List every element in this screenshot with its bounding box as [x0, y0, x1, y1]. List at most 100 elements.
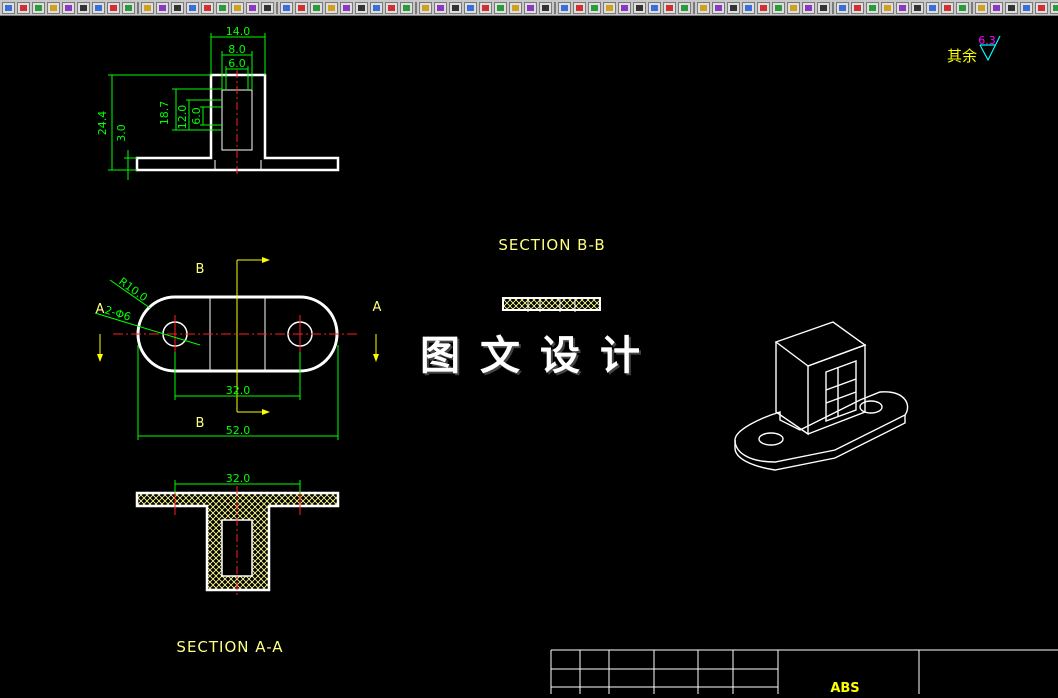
cut-label-a-right: A	[373, 300, 382, 315]
toolbar-button-zoom-icon[interactable]	[802, 1, 815, 14]
toolbar-button-draw-icon[interactable]	[757, 1, 770, 14]
toolbar-button-layer-icon[interactable]	[246, 1, 259, 14]
toolbar-button-pan-icon[interactable]	[325, 1, 338, 14]
toolbar-button-draw-icon[interactable]	[633, 1, 646, 14]
roughness-prefix: 其余	[947, 47, 977, 65]
toolbar-button-text-icon[interactable]	[727, 1, 740, 14]
toolbar-button-draw-icon[interactable]	[17, 1, 30, 14]
section-bb-view: SECTION B-B	[498, 236, 605, 312]
toolbar-button-dimension-icon[interactable]	[539, 1, 552, 14]
toolbar-button-dimension-icon[interactable]	[47, 1, 60, 14]
toolbar-button-properties-icon[interactable]	[340, 1, 353, 14]
toolbar-button-properties-icon[interactable]	[836, 1, 849, 14]
toolbar-button-text-icon[interactable]	[975, 1, 988, 14]
toolbar-button-dimension-icon[interactable]	[419, 1, 432, 14]
toolbar-button-dimension-icon[interactable]	[663, 1, 676, 14]
toolbar-button-pan-icon[interactable]	[697, 1, 710, 14]
dim-aa-32: 32.0	[226, 472, 251, 485]
toolbar-button-modify-icon[interactable]	[280, 1, 293, 14]
toolbar-button-pan-icon[interactable]	[573, 1, 586, 14]
toolbar-button-layer-icon[interactable]	[2, 1, 15, 14]
dim-32: 32.0	[226, 384, 251, 397]
cut-label-b-bottom: B	[196, 416, 205, 431]
dim-18-7: 18.7	[158, 101, 171, 126]
toolbar-separator	[832, 1, 834, 14]
toolbar-button-layer-icon[interactable]	[370, 1, 383, 14]
toolbar-button-dimension-icon[interactable]	[787, 1, 800, 14]
toolbar-button-properties-icon[interactable]	[956, 1, 969, 14]
toolbar-button-properties-icon[interactable]	[216, 1, 229, 14]
dim-14: 14.0	[226, 25, 251, 38]
toolbar-button-dimension-icon[interactable]	[1035, 1, 1048, 14]
toolbar-button-layer-icon[interactable]	[742, 1, 755, 14]
toolbar-button-modify-icon[interactable]	[524, 1, 537, 14]
toolbar-button-text-icon[interactable]	[603, 1, 616, 14]
dim-8: 8.0	[228, 43, 246, 56]
toolbar-button-text-icon[interactable]	[231, 1, 244, 14]
toolbar-button-pan-icon[interactable]	[449, 1, 462, 14]
dim-52: 52.0	[226, 424, 251, 437]
section-aa-view: 32.0 SECTION A-A	[135, 472, 340, 656]
toolbar-button-draw-icon[interactable]	[261, 1, 274, 14]
toolbar-button-modify-icon[interactable]	[400, 1, 413, 14]
toolbar-button-pan-icon[interactable]	[77, 1, 90, 14]
toolbar-separator	[971, 1, 973, 14]
toolbar-button-layer-icon[interactable]	[122, 1, 135, 14]
toolbar-button-zoom-icon[interactable]	[186, 1, 199, 14]
toolbar-separator	[415, 1, 417, 14]
toolbar-button-layer-icon[interactable]	[618, 1, 631, 14]
dim-holes: 2-Φ6	[103, 303, 132, 323]
toolbar-button-properties-icon[interactable]	[588, 1, 601, 14]
toolbar-separator	[276, 1, 278, 14]
toolbar-button-zoom-icon[interactable]	[1050, 1, 1058, 14]
toolbar-button-draw-icon[interactable]	[385, 1, 398, 14]
toolbar-button-zoom-icon[interactable]	[310, 1, 323, 14]
toolbar-button-modify-icon[interactable]	[648, 1, 661, 14]
toolbar-button-properties-icon[interactable]	[92, 1, 105, 14]
dim-6-top: 6.0	[228, 57, 246, 70]
toolbar-button-zoom-icon[interactable]	[558, 1, 571, 14]
toolbar-button-zoom-icon[interactable]	[434, 1, 447, 14]
toolbar-button-draw-icon[interactable]	[509, 1, 522, 14]
toolbar-button-zoom-icon[interactable]	[678, 1, 691, 14]
toolbar-button-pan-icon[interactable]	[201, 1, 214, 14]
toolbar-button-modify-icon[interactable]	[1020, 1, 1033, 14]
toolbar-button-text-icon[interactable]	[479, 1, 492, 14]
front-view: 14.0 8.0 6.0 24.4 18.7 12.0 6.0 3.0	[96, 25, 340, 180]
toolbar-button-properties-icon[interactable]	[712, 1, 725, 14]
toolbar-button-pan-icon[interactable]	[941, 1, 954, 14]
toolbar-button-dimension-icon[interactable]	[295, 1, 308, 14]
toolbar-button-modify-icon[interactable]	[32, 1, 45, 14]
toolbar-button-text-icon[interactable]	[355, 1, 368, 14]
dim-3: 3.0	[115, 124, 128, 142]
dim-24-4: 24.4	[96, 111, 109, 136]
toolbar-button-modify-icon[interactable]	[156, 1, 169, 14]
toolbar-button-text-icon[interactable]	[107, 1, 120, 14]
toolbar-button-text-icon[interactable]	[851, 1, 864, 14]
dim-12: 12.0	[176, 105, 189, 130]
top-view: R10.0 2-Φ6 32.0 52.0 B B A A	[94, 257, 382, 440]
toolbar-button-pan-icon[interactable]	[817, 1, 830, 14]
isometric-view	[734, 321, 909, 471]
section-bb-label: SECTION B-B	[498, 236, 605, 254]
dim-6-side: 6.0	[190, 107, 203, 125]
toolbar-button-modify-icon[interactable]	[896, 1, 909, 14]
roughness-value: 6.3	[978, 34, 996, 47]
section-aa-label: SECTION A-A	[176, 638, 283, 656]
cut-label-a-left: A	[96, 302, 105, 317]
toolbar-button-modify-icon[interactable]	[772, 1, 785, 14]
toolbar-button-layer-icon[interactable]	[990, 1, 1003, 14]
toolbar-button-properties-icon[interactable]	[464, 1, 477, 14]
toolbar-button-zoom-icon[interactable]	[62, 1, 75, 14]
toolbar-button-zoom-icon[interactable]	[926, 1, 939, 14]
toolbar-separator	[693, 1, 695, 14]
toolbar-button-draw-icon[interactable]	[141, 1, 154, 14]
toolbar-button-draw-icon[interactable]	[1005, 1, 1018, 14]
toolbar-button-dimension-icon[interactable]	[911, 1, 924, 14]
toolbar-button-layer-icon[interactable]	[494, 1, 507, 14]
title-block	[550, 649, 1058, 694]
toolbar-button-dimension-icon[interactable]	[171, 1, 184, 14]
toolbar-separator	[554, 1, 556, 14]
toolbar-button-layer-icon[interactable]	[866, 1, 879, 14]
toolbar-button-draw-icon[interactable]	[881, 1, 894, 14]
